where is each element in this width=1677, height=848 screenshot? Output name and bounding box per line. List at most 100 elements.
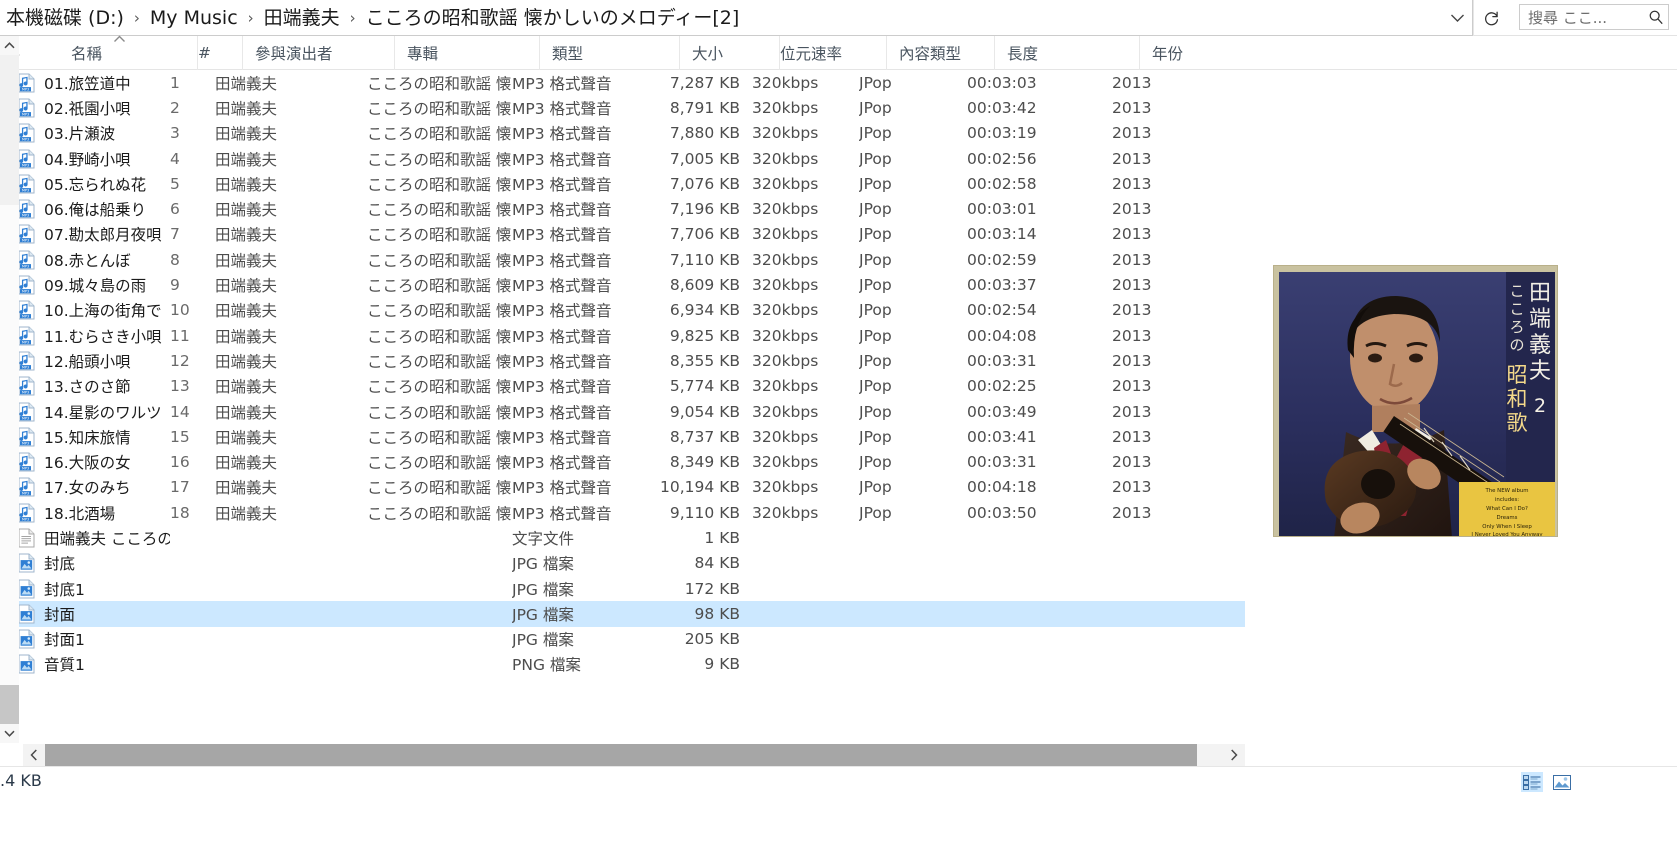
table-row[interactable]: MP3 13.さのさ節 13 田端義夫 こころの昭和歌謡 懐... MP3 格式聲音 5,7… — [0, 374, 1245, 399]
column-header-length[interactable]: 長度 — [994, 36, 1139, 70]
year-cell: 2013 — [1112, 377, 1152, 396]
refresh-icon[interactable] — [1473, 0, 1509, 36]
year-cell: 2013 — [1112, 301, 1152, 320]
file-size-cell: 9,054 KB — [669, 402, 740, 421]
table-row[interactable]: MP3 17.女のみち 17 田端義夫 こころの昭和歌謡 懐... MP3 格式聲音 10,… — [0, 475, 1245, 500]
table-row[interactable]: MP3 06.俺は船乗り 6 田端義夫 こころの昭和歌謡 懐... MP3 格式聲音 7,1… — [0, 196, 1245, 221]
search-input[interactable]: 搜尋 ここ... — [1528, 7, 1648, 28]
vertical-scroll-track-lower[interactable] — [0, 685, 19, 724]
file-size-cell: 172 KB — [684, 579, 740, 598]
vertical-scrollbar[interactable] — [0, 36, 19, 743]
column-header-type[interactable]: 類型 — [539, 36, 679, 70]
table-row[interactable]: MP3 05.忘られぬ花 5 田端義夫 こころの昭和歌謡 懐... MP3 格式聲音 7,0… — [0, 171, 1245, 196]
scroll-right-button[interactable] — [1223, 744, 1245, 766]
file-type-cell: MP3 格式聲音 — [512, 403, 612, 422]
bitrate-cell: 320kbps — [752, 326, 819, 345]
scroll-up-button[interactable] — [0, 36, 19, 55]
breadcrumb-item-drive[interactable]: 本機磁碟 (D:) — [0, 3, 130, 33]
table-row[interactable]: 田端義夫 こころの... 文字文件 1 KB — [0, 525, 1245, 550]
track-number-cell: 5 — [170, 174, 180, 193]
file-size-cell: 8,737 KB — [669, 427, 740, 446]
file-size-cell: 7,005 KB — [669, 149, 740, 168]
column-header-artist[interactable]: 參與演出者 — [242, 36, 394, 70]
column-header-name[interactable]: 名稱 — [27, 35, 197, 70]
track-number-cell: 7 — [170, 225, 180, 244]
content-type-cell: JPop — [859, 402, 892, 421]
chevron-down-icon[interactable] — [1442, 13, 1472, 23]
file-type-cell: MP3 格式聲音 — [512, 302, 612, 321]
file-name-label: 02.祇園小唄 — [44, 99, 131, 118]
file-size-cell: 7,076 KB — [669, 174, 740, 193]
mp3-file-icon: MP3 — [18, 250, 35, 270]
file-size-cell: 10,194 KB — [660, 478, 740, 497]
table-row[interactable]: MP3 12.船頭小唄 12 田端義夫 こころの昭和歌謡 懐... MP3 格式聲音 8,3… — [0, 348, 1245, 373]
content-type-cell: JPop — [859, 326, 892, 345]
table-row[interactable]: MP3 16.大阪の女 16 田端義夫 こころの昭和歌謡 懐... MP3 格式聲音 8,3… — [0, 449, 1245, 474]
table-row[interactable]: MP3 14.星影のワルツ 14 田端義夫 こころの昭和歌謡 懐... MP3 格式聲音 9… — [0, 399, 1245, 424]
album-cell: こころの昭和歌謡 懐... — [367, 403, 512, 422]
details-view-button[interactable] — [1521, 772, 1543, 792]
table-row[interactable]: MP3 11.むらさき小唄 11 田端義夫 こころの昭和歌謡 懐... MP3 格式聲音 9… — [0, 323, 1245, 348]
address-path-field[interactable]: 本機磁碟 (D:) › My Music › 田端義夫 › こころの昭和歌謡 懐… — [0, 0, 1473, 36]
table-row[interactable]: MP3 08.赤とんぼ 8 田端義夫 こころの昭和歌謡 懐... MP3 格式聲音 7,11… — [0, 247, 1245, 272]
svg-text:MP3: MP3 — [22, 517, 29, 521]
horizontal-scroll-thumb[interactable] — [45, 744, 1197, 766]
table-row[interactable]: MP3 02.祇園小唄 2 田端義夫 こころの昭和歌謡 懐... MP3 格式聲音 8,79… — [0, 95, 1245, 120]
file-list[interactable]: MP3 01.旅笠道中 1 田端義夫 こころの昭和歌謡 懐... MP3 格式聲音 7,28… — [0, 70, 1245, 743]
column-header-year[interactable]: 年份 — [1139, 36, 1219, 70]
column-header-track[interactable]: # — [197, 36, 242, 70]
content-type-cell: JPop — [859, 478, 892, 497]
svg-text:MP3: MP3 — [22, 416, 29, 420]
horizontal-scrollbar[interactable] — [23, 744, 1245, 766]
file-size-cell: 7,196 KB — [669, 200, 740, 219]
breadcrumb-item-artist[interactable]: 田端義夫 — [258, 3, 346, 33]
track-number-cell: 8 — [170, 250, 180, 269]
table-row[interactable]: MP3 10.上海の街角で 10 田端義夫 こころの昭和歌謡 懐... MP3 格式聲音 6… — [0, 298, 1245, 323]
file-name-cell: MP3 13.さのさ節 — [0, 375, 170, 397]
svg-text:MP3: MP3 — [22, 315, 29, 319]
table-row[interactable]: MP3 18.北酒場 18 田端義夫 こころの昭和歌謡 懐... MP3 格式聲音 9,11… — [0, 500, 1245, 525]
table-row[interactable]: 音質1 PNG 檔案 9 KB — [0, 652, 1245, 677]
png-file-icon — [18, 654, 35, 674]
table-row[interactable]: MP3 07.勘太郎月夜唄 7 田端義夫 こころの昭和歌謡 懐... MP3 格式聲音 7,… — [0, 222, 1245, 247]
bitrate-cell: 320kbps — [752, 351, 819, 370]
year-cell: 2013 — [1112, 402, 1152, 421]
track-number-cell: 6 — [170, 200, 180, 219]
year-cell: 2013 — [1112, 124, 1152, 143]
length-cell: 00:02:56 — [967, 149, 1037, 168]
track-number-cell: 1 — [170, 73, 180, 92]
vertical-scroll-thumb[interactable] — [0, 205, 19, 685]
file-name-label: 封面1 — [44, 631, 85, 650]
large-icons-view-button[interactable] — [1551, 772, 1573, 792]
scroll-left-button[interactable] — [23, 744, 45, 766]
scroll-down-button[interactable] — [0, 724, 19, 743]
table-row[interactable]: 封面 JPG 檔案 98 KB — [0, 601, 1245, 627]
album-cell: こころの昭和歌謡 懐... — [367, 226, 512, 245]
search-box[interactable]: 搜尋 ここ... — [1519, 4, 1669, 30]
table-row[interactable]: MP3 03.片瀬波 3 田端義夫 こころの昭和歌謡 懐... MP3 格式聲音 7,880… — [0, 121, 1245, 146]
table-row[interactable]: MP3 09.城々島の雨 9 田端義夫 こころの昭和歌謡 懐... MP3 格式聲音 8,6… — [0, 272, 1245, 297]
svg-text:MP3: MP3 — [22, 467, 29, 471]
column-header-content-type[interactable]: 內容類型 — [886, 36, 994, 70]
file-name-label: 18.北酒場 — [44, 504, 116, 523]
table-row[interactable]: 封底 JPG 檔案 84 KB — [0, 551, 1245, 576]
file-name-cell: MP3 09.城々島の雨 — [0, 274, 170, 296]
column-header-album[interactable]: 專輯 — [394, 36, 539, 70]
artist-cell: 田端義夫 — [215, 378, 278, 397]
vertical-scroll-track[interactable] — [0, 55, 19, 205]
table-row[interactable]: 封面1 JPG 檔案 205 KB — [0, 627, 1245, 652]
search-icon[interactable] — [1648, 9, 1664, 25]
file-name-cell: MP3 07.勘太郎月夜唄 — [0, 223, 170, 245]
file-name-cell: MP3 15.知床旅情 — [0, 426, 170, 448]
year-cell: 2013 — [1112, 73, 1152, 92]
svg-text:MP3: MP3 — [22, 492, 29, 496]
table-row[interactable]: MP3 15.知床旅情 15 田端義夫 こころの昭和歌謡 懐... MP3 格式聲音 8,7… — [0, 424, 1245, 449]
table-row[interactable]: MP3 04.野崎小唄 4 田端義夫 こころの昭和歌謡 懐... MP3 格式聲音 7,00… — [0, 146, 1245, 171]
column-header-bitrate[interactable]: 位元速率 — [779, 36, 886, 70]
table-row[interactable]: MP3 01.旅笠道中 1 田端義夫 こころの昭和歌謡 懐... MP3 格式聲音 7,28… — [0, 70, 1245, 95]
table-row[interactable]: 封底1 JPG 檔案 172 KB — [0, 576, 1245, 601]
breadcrumb-item-album[interactable]: こころの昭和歌謡 懐かしいのメロディー[2] — [360, 3, 746, 33]
breadcrumb-item-my-music[interactable]: My Music — [144, 3, 244, 33]
length-cell: 00:03:19 — [967, 124, 1037, 143]
column-header-size[interactable]: 大小 — [679, 36, 779, 70]
